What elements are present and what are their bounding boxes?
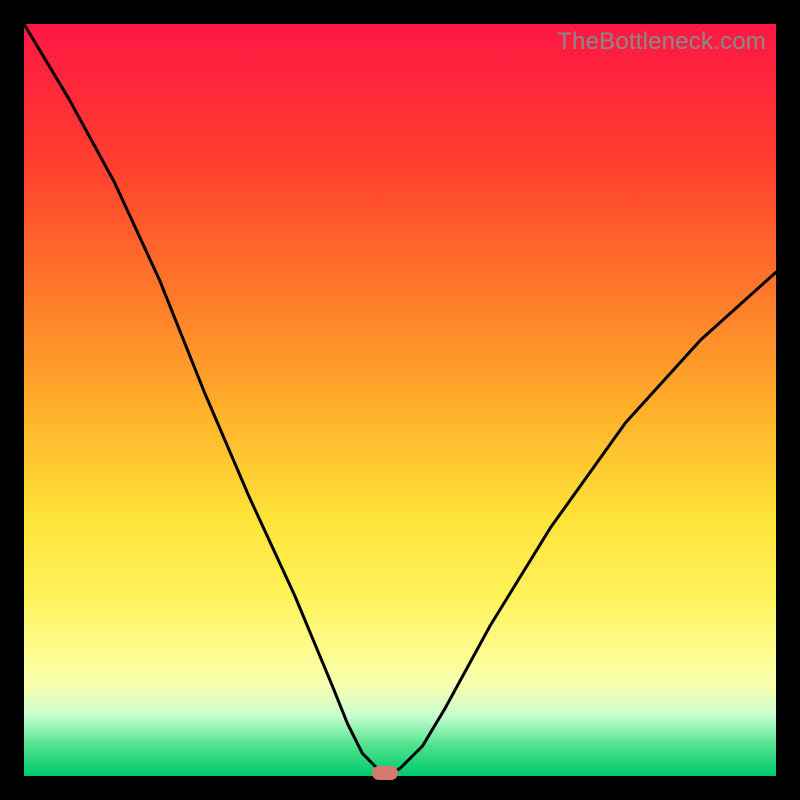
curve-polyline bbox=[24, 24, 776, 776]
chart-plot-area: TheBottleneck.com bbox=[24, 24, 776, 776]
min-marker bbox=[372, 766, 398, 780]
chart-frame: TheBottleneck.com bbox=[0, 0, 800, 800]
bottleneck-curve bbox=[24, 24, 776, 776]
